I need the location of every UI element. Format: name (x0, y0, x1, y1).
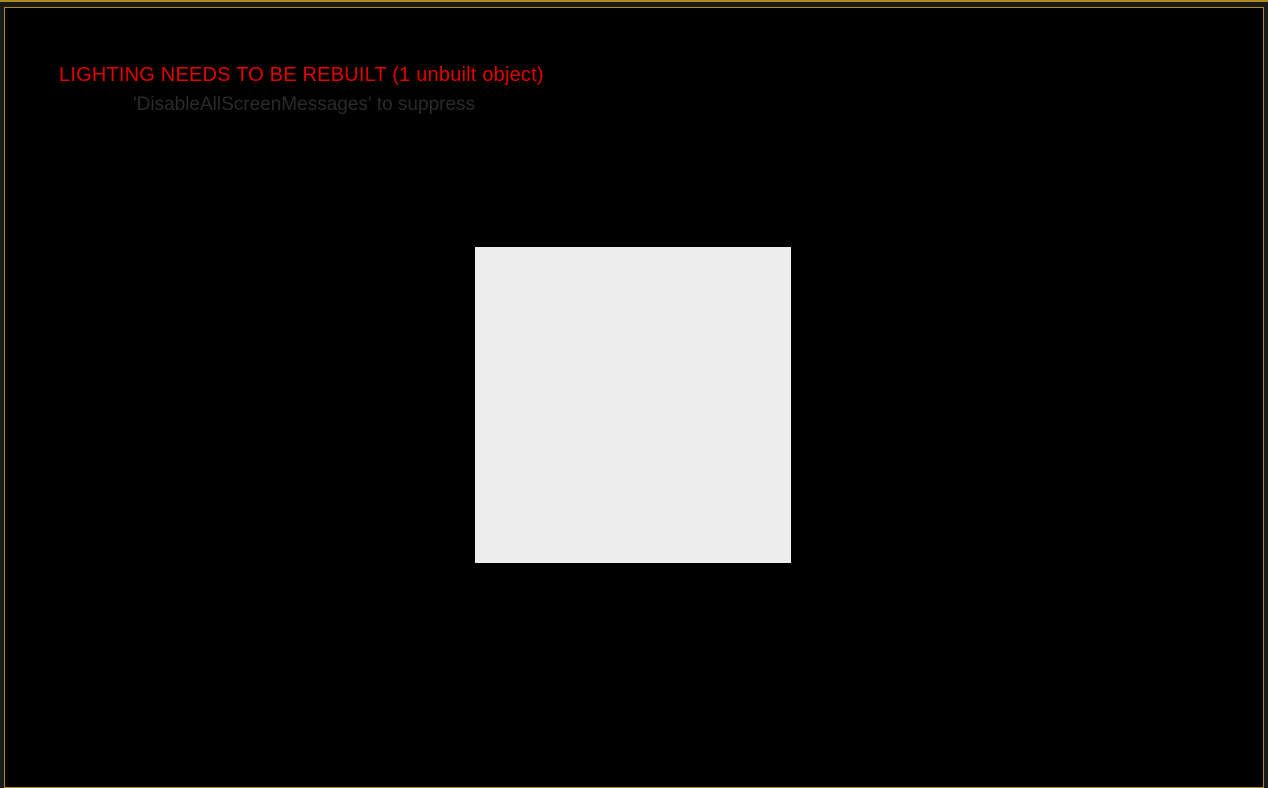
scene-plane-object[interactable] (475, 247, 791, 563)
viewport-selection-border: LIGHTING NEEDS TO BE REBUILT (1 unbuilt … (4, 7, 1264, 788)
lighting-rebuild-warning: LIGHTING NEEDS TO BE REBUILT (1 unbuilt … (59, 64, 544, 87)
editor-frame: LIGHTING NEEDS TO BE REBUILT (1 unbuilt … (0, 0, 1268, 788)
suppress-messages-hint: 'DisableAllScreenMessages' to suppress (133, 94, 475, 116)
level-viewport[interactable]: LIGHTING NEEDS TO BE REBUILT (1 unbuilt … (5, 8, 1263, 787)
